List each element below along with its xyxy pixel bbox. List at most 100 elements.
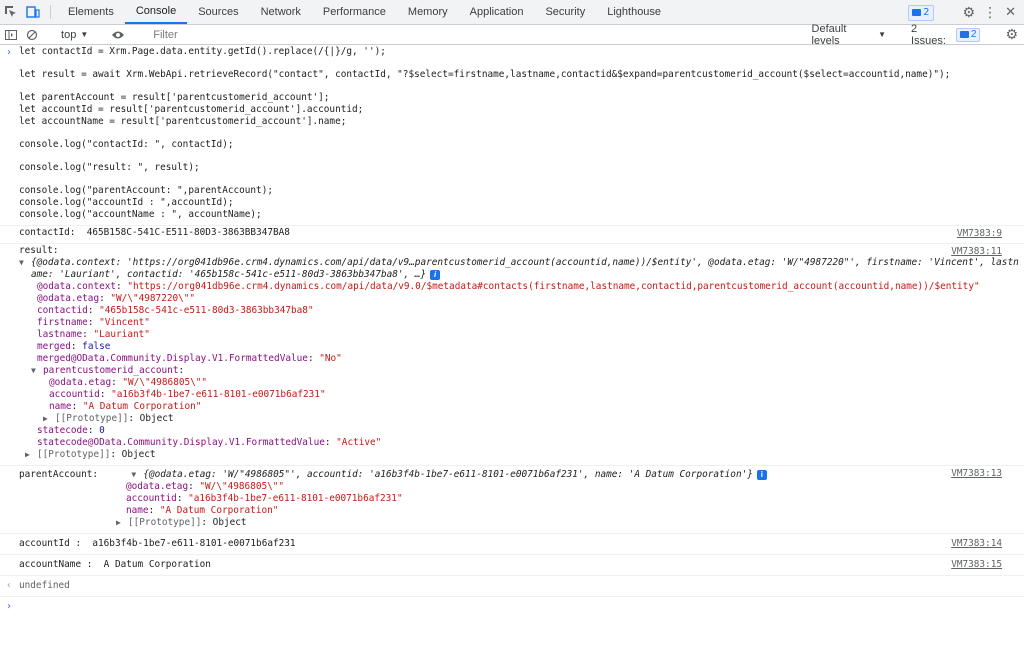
object-summary[interactable]: parentAccount: ▼ {@odata.etag: 'W/"498680… (19, 469, 1006, 481)
messages-badge[interactable]: 2 (908, 4, 934, 21)
property-key: name (49, 401, 72, 412)
property-key: @odata.context (37, 281, 117, 292)
nested-key-row[interactable]: ▼ parentcustomerid_account: (31, 365, 1006, 377)
prototype-row[interactable]: ▶ [[Prototype]]: Object (19, 449, 1006, 461)
tab-sources[interactable]: Sources (187, 0, 249, 24)
property-row[interactable]: @odata.etag: "W/\"4986805\"" (49, 377, 1006, 389)
console-settings-gear-icon[interactable]: ⚙ (999, 27, 1024, 43)
property-row[interactable]: contactid: "465b158c-541c-e511-80d3-3863… (37, 305, 1006, 317)
tabbar-divider (50, 5, 51, 19)
prototype-row[interactable]: ▶ [[Prototype]]: Object (31, 413, 1006, 425)
nested-object: ▼ parentcustomerid_account: @odata.etag: … (19, 365, 1006, 425)
tab-security[interactable]: Security (534, 0, 596, 24)
property-row[interactable]: merged@OData.Community.Display.V1.Format… (37, 353, 1006, 365)
issues-counter[interactable]: 2 Issues: 2 (905, 23, 986, 47)
property-value: "W/\"4987220\"" (110, 293, 196, 304)
collapsed-triangle-icon[interactable]: ▶ (25, 449, 37, 461)
log-levels-label: Default levels (811, 22, 847, 47)
code-line: console.log("accountId : ",accountId); (19, 197, 234, 208)
property-row[interactable]: @odata.context: "https://org041db96e.crm… (37, 281, 1006, 293)
collapsed-triangle-icon[interactable]: ▶ (116, 517, 128, 529)
property-value: "Lauriant" (93, 329, 150, 340)
devtools-tabbar: Elements Console Sources Network Perform… (0, 0, 1024, 25)
more-options-icon[interactable]: ⋮ (983, 5, 997, 21)
code-line: console.log("contactId: ", contactId); (19, 139, 234, 150)
property-value: 0 (99, 425, 105, 436)
log-value: 465B158C-541C-E511-80D3-3863BB347BA8 (86, 227, 290, 238)
info-icon[interactable]: i (430, 269, 441, 280)
issues-badge: 2 (955, 27, 981, 42)
log-entry-accountid: accountId : a16b3f4b-1be7-e611-8101-e007… (0, 534, 1024, 555)
property-row[interactable]: name: "A Datum Corporation" (126, 505, 1006, 517)
sidebar-toggle-icon[interactable] (0, 29, 21, 41)
property-separator: : (324, 437, 337, 448)
property-value: "No" (319, 353, 342, 364)
property-key: statecode@OData.Community.Display.V1.For… (37, 437, 325, 448)
source-link[interactable]: VM7383:14 (951, 538, 1002, 550)
property-separator: : (176, 493, 189, 504)
expand-triangle-icon[interactable]: ▼ (19, 257, 31, 269)
source-link[interactable]: VM7383:9 (957, 228, 1002, 240)
message-icon (912, 9, 922, 16)
log-label: result: (19, 245, 59, 256)
property-separator: : (87, 317, 100, 328)
object-summary-wrap: ame: 'Lauriant', contactid: '465b158c-54… (19, 269, 1006, 281)
property-key: statecode (37, 425, 88, 436)
log-label: accountId : (19, 538, 93, 549)
console-output: › let contactId = Xrm.Page.data.entity.g… (0, 45, 1024, 652)
tab-lighthouse[interactable]: Lighthouse (596, 0, 672, 24)
property-separator: : (70, 341, 83, 352)
property-key: @odata.etag (49, 377, 112, 388)
tab-network[interactable]: Network (250, 0, 312, 24)
source-link[interactable]: VM7383:13 (951, 468, 1002, 480)
console-prompt-input[interactable] (19, 601, 1006, 613)
object-summary[interactable]: ▼ {@odata.context: 'https://org041db96e.c… (19, 257, 1019, 269)
source-link[interactable]: VM7383:11 (951, 246, 1002, 258)
dropdown-arrow-icon: ▼ (80, 30, 89, 39)
property-row[interactable]: firstname: "Vincent" (37, 317, 1006, 329)
code-line: let result = await Xrm.WebApi.retrieveRe… (19, 69, 951, 80)
tab-elements[interactable]: Elements (57, 0, 125, 24)
property-value: "Active" (336, 437, 382, 448)
code-line: let parentAccount = result['parentcustom… (19, 92, 330, 103)
log-levels-dropdown[interactable]: Default levels ▼ (806, 23, 893, 47)
tab-console[interactable]: Console (124, 0, 188, 24)
tab-memory[interactable]: Memory (397, 0, 459, 24)
property-value: "W/\"4986805\"" (199, 481, 285, 492)
context-selector[interactable]: top ▼ (55, 29, 94, 41)
source-link[interactable]: VM7383:15 (951, 559, 1002, 571)
property-row[interactable]: merged: false (37, 341, 1006, 353)
info-icon[interactable]: i (756, 469, 767, 480)
clear-console-icon[interactable] (21, 29, 42, 41)
property-key: accountid (49, 389, 100, 400)
property-separator: : (87, 305, 100, 316)
expand-triangle-icon[interactable]: ▼ (131, 469, 143, 481)
property-separator: : (188, 481, 200, 492)
property-row[interactable]: @odata.etag: "W/\"4986805\"" (126, 481, 1006, 493)
return-value: undefined (19, 580, 70, 591)
property-row[interactable]: lastname: "Lauriant" (37, 329, 1006, 341)
property-row[interactable]: accountid: "a16b3f4b-1be7-e611-8101-e007… (126, 493, 1006, 505)
property-row[interactable]: accountid: "a16b3f4b-1be7-e611-8101-e007… (49, 389, 1006, 401)
property-row[interactable]: @odata.etag: "W/\"4987220\"" (37, 293, 1006, 305)
property-row[interactable]: name: "A Datum Corporation" (49, 401, 1006, 413)
tab-application[interactable]: Application (459, 0, 535, 24)
device-toolbar-icon[interactable] (22, 0, 44, 24)
property-row[interactable]: statecode: 0 (37, 425, 1006, 437)
property-key: contactid (37, 305, 88, 316)
expand-triangle-icon[interactable]: ▼ (31, 365, 43, 377)
property-row[interactable]: statecode@OData.Community.Display.V1.For… (37, 437, 1006, 449)
settings-gear-icon[interactable]: ⚙ (963, 5, 976, 21)
result-properties-tail: statecode: 0 statecode@OData.Community.Di… (19, 425, 1006, 449)
tab-performance[interactable]: Performance (312, 0, 397, 24)
close-devtools-icon[interactable]: ✕ (1005, 5, 1016, 20)
prototype-row[interactable]: ▶ [[Prototype]]: Object (19, 517, 1006, 529)
console-filter-input[interactable] (145, 26, 806, 43)
inspect-element-icon[interactable] (0, 0, 22, 24)
console-prompt-entry[interactable]: › (0, 597, 1024, 617)
live-expression-eye-icon[interactable] (107, 30, 128, 40)
collapsed-triangle-icon[interactable]: ▶ (43, 413, 55, 425)
issues-count: 2 (970, 29, 977, 40)
